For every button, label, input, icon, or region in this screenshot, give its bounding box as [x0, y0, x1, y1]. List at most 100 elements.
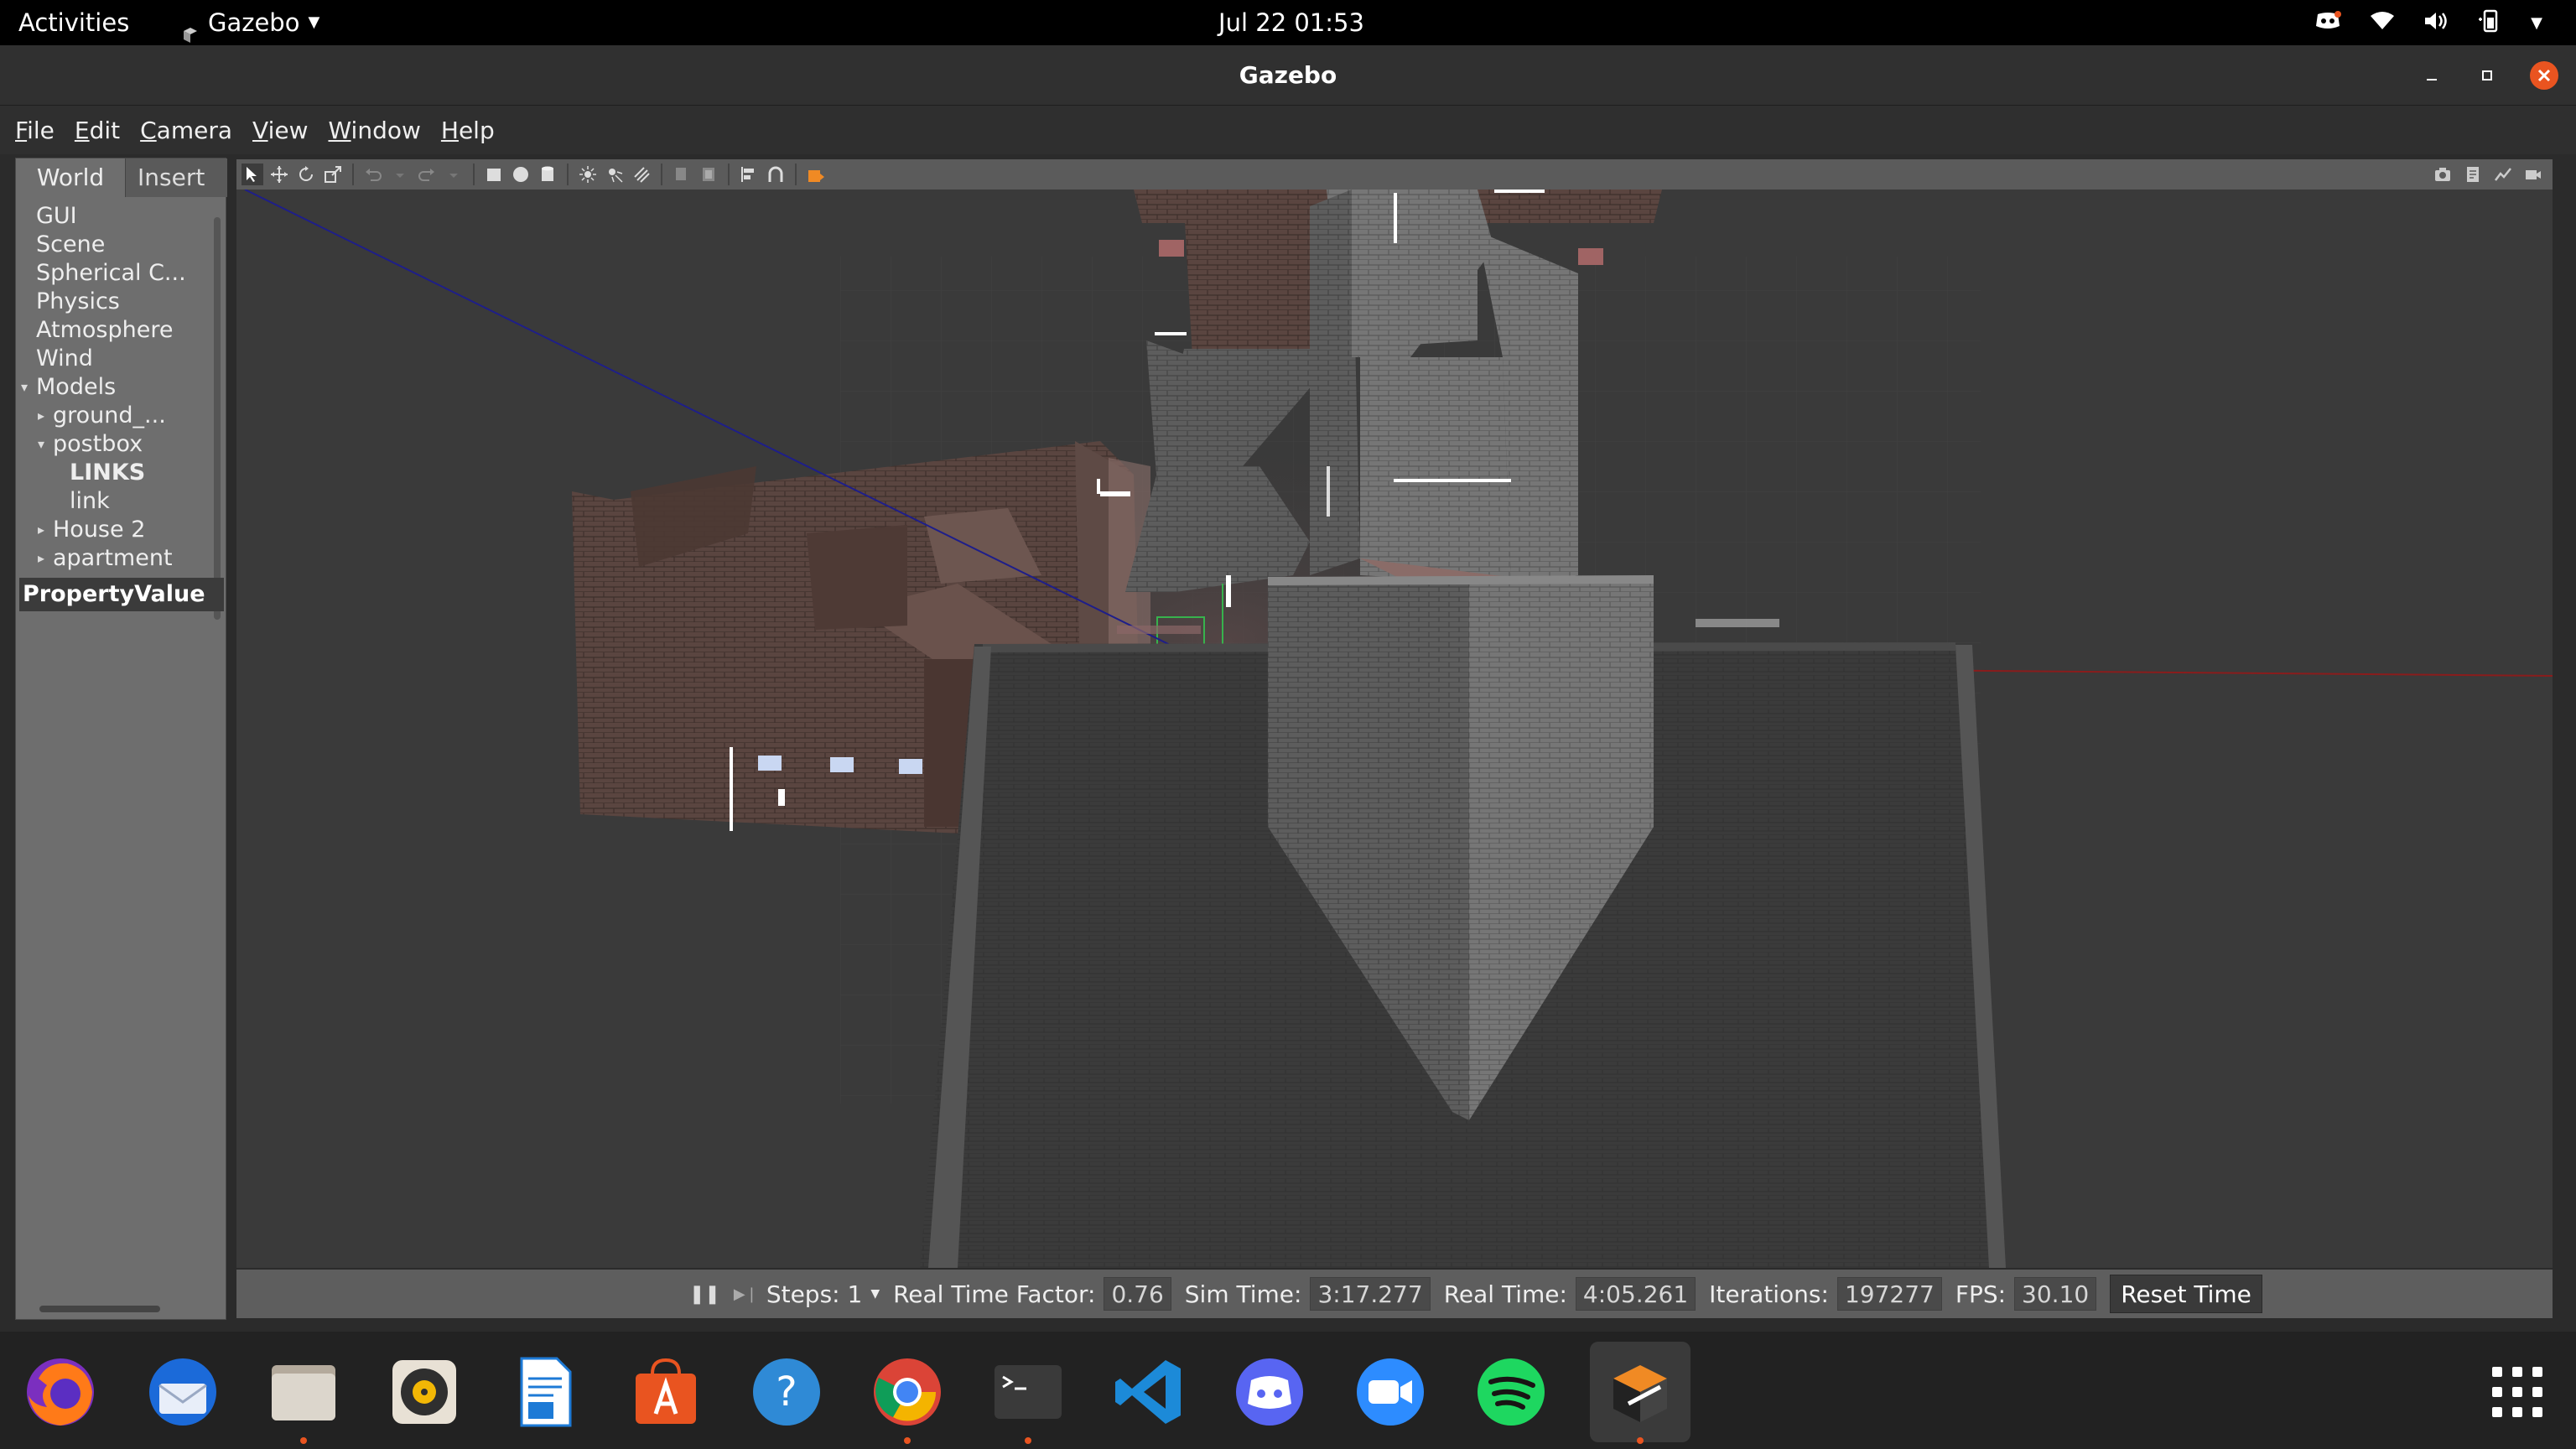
tree-item[interactable]: Spherical C... — [16, 259, 216, 288]
change-view-icon[interactable] — [805, 164, 827, 185]
steps-label[interactable]: Steps: 1 — [766, 1280, 863, 1308]
thunderbird-icon[interactable] — [141, 1350, 225, 1434]
terminal-icon[interactable] — [986, 1350, 1070, 1444]
app-menu-button[interactable]: Gazebo ▼ — [181, 0, 319, 45]
clock[interactable]: Jul 22 01:53 — [1208, 0, 1375, 45]
gazebo-icon[interactable] — [1590, 1342, 1690, 1444]
scale-mode-icon[interactable] — [322, 164, 344, 185]
tree-item[interactable]: ▸ apartment — [16, 544, 216, 573]
fps-label: FPS: — [1955, 1280, 2007, 1308]
tree-item[interactable]: GUI — [16, 202, 216, 231]
directional-light-icon[interactable] — [631, 164, 652, 185]
tab-world[interactable]: World — [16, 158, 125, 197]
snap-icon[interactable] — [765, 164, 787, 185]
menu-help[interactable]: Help — [441, 117, 495, 144]
spotify-icon[interactable] — [1469, 1350, 1553, 1434]
horizontal-scrollbar[interactable] — [39, 1306, 160, 1312]
window-title: Gazebo — [1239, 61, 1337, 89]
log-icon[interactable] — [2462, 164, 2484, 185]
chevron-down-icon[interactable]: ▾ — [21, 373, 28, 402]
tree-item[interactable]: ▾ postbox — [16, 430, 216, 459]
chevron-down-icon[interactable]: ▾ — [38, 430, 44, 459]
wifi-icon[interactable] — [2370, 11, 2395, 34]
volume-icon[interactable] — [2423, 11, 2449, 34]
battery-icon[interactable] — [2477, 9, 2502, 36]
help-icon[interactable]: ? — [745, 1350, 828, 1434]
maximize-button[interactable] — [2472, 60, 2502, 91]
box-shape-icon[interactable] — [483, 164, 505, 185]
reset-time-button[interactable]: Reset Time — [2110, 1275, 2262, 1313]
3d-viewport[interactable] — [236, 190, 2553, 1268]
real-time-factor-value: 0.76 — [1104, 1277, 1171, 1311]
left-panel: World Insert GUI Scene Spherical C... Physi… — [15, 158, 227, 1320]
sphere-shape-icon[interactable] — [510, 164, 532, 185]
window-titlebar[interactable]: Gazebo — [0, 45, 2576, 106]
tree-item-label: Scene — [36, 231, 106, 257]
rhythmbox-icon[interactable] — [382, 1350, 466, 1434]
spot-light-icon[interactable] — [604, 164, 626, 185]
rotate-mode-icon[interactable] — [295, 164, 317, 185]
menu-edit[interactable]: Edit — [75, 117, 120, 144]
vscode-icon[interactable] — [1107, 1350, 1191, 1434]
menu-file[interactable]: File — [15, 117, 55, 144]
menu-bar: File Edit Camera View Window Help — [0, 106, 2576, 154]
chevron-right-icon[interactable]: ▸ — [38, 402, 44, 430]
menu-view[interactable]: View — [252, 117, 308, 144]
menu-window[interactable]: Window — [328, 117, 420, 144]
point-light-icon[interactable] — [577, 164, 599, 185]
screenshot-icon[interactable] — [2432, 164, 2454, 185]
tree-item-label: GUI — [36, 203, 77, 229]
step-icon[interactable]: ▶❘ — [734, 1285, 758, 1303]
tree-item[interactable]: link — [16, 487, 216, 516]
copy-icon[interactable] — [671, 164, 693, 185]
tree-item[interactable]: LINKS — [16, 459, 216, 487]
close-button[interactable] — [2529, 60, 2559, 91]
simulation-status-bar: ❚❚ ▶❘ Steps: 1 ▼ Real Time Factor: 0.76 … — [236, 1270, 2553, 1318]
system-tray[interactable]: ▼ — [2314, 0, 2542, 45]
pause-icon[interactable]: ❚❚ — [689, 1284, 720, 1305]
cylinder-shape-icon[interactable] — [537, 164, 558, 185]
minimize-button[interactable] — [2417, 60, 2447, 91]
chevron-down-icon[interactable]: ▼ — [870, 1287, 880, 1301]
top-panel: Activities Gazebo ▼ Jul 22 01:53 ▼ — [0, 0, 2576, 45]
tree-item[interactable]: Atmosphere — [16, 316, 216, 345]
activities-button[interactable]: Activities — [18, 0, 129, 45]
select-mode-icon[interactable] — [242, 164, 263, 185]
libreoffice-writer-icon[interactable] — [503, 1350, 587, 1434]
tree-item-label: ground_... — [53, 402, 166, 428]
zoom-icon[interactable] — [1348, 1350, 1432, 1434]
front-building-model[interactable] — [920, 575, 2006, 1268]
app-grid-icon[interactable] — [2475, 1350, 2559, 1434]
discord-icon[interactable] — [1228, 1350, 1311, 1434]
world-tree: GUI Scene Spherical C... Physics Atmosphere W… — [16, 202, 216, 573]
tree-scrollbar[interactable] — [214, 217, 221, 620]
files-icon[interactable] — [262, 1350, 345, 1444]
tab-insert[interactable]: Insert — [125, 158, 227, 197]
chevron-right-icon[interactable]: ▸ — [38, 516, 44, 544]
firefox-icon[interactable] — [18, 1350, 102, 1434]
redo-icon[interactable] — [416, 164, 438, 185]
video-record-icon[interactable] — [2522, 164, 2544, 185]
tree-item[interactable]: ▸ House 2 — [16, 516, 216, 544]
chrome-icon[interactable] — [865, 1350, 949, 1444]
plot-icon[interactable] — [2492, 164, 2514, 185]
iterations-value: 197277 — [1836, 1277, 1942, 1311]
tree-item[interactable]: Physics — [16, 288, 216, 316]
tree-item[interactable]: Scene — [16, 231, 216, 259]
tree-item[interactable]: ▾ Models — [16, 373, 216, 402]
redo-history-icon[interactable] — [443, 164, 465, 185]
tree-item[interactable]: Wind — [16, 345, 216, 373]
undo-icon[interactable] — [362, 164, 384, 185]
tree-item[interactable]: ▸ ground_... — [16, 402, 216, 430]
translate-mode-icon[interactable] — [268, 164, 290, 185]
discord-tray-icon[interactable] — [2314, 11, 2342, 34]
panel-tabs: World Insert — [16, 158, 227, 197]
undo-history-icon[interactable] — [389, 164, 411, 185]
real-time-value: 4:05.261 — [1575, 1277, 1696, 1311]
paste-icon[interactable] — [698, 164, 719, 185]
chevron-down-icon[interactable]: ▼ — [2531, 14, 2542, 32]
software-center-icon[interactable] — [624, 1350, 708, 1434]
align-icon[interactable] — [738, 164, 760, 185]
chevron-right-icon[interactable]: ▸ — [38, 544, 44, 573]
menu-camera[interactable]: Camera — [140, 117, 232, 144]
